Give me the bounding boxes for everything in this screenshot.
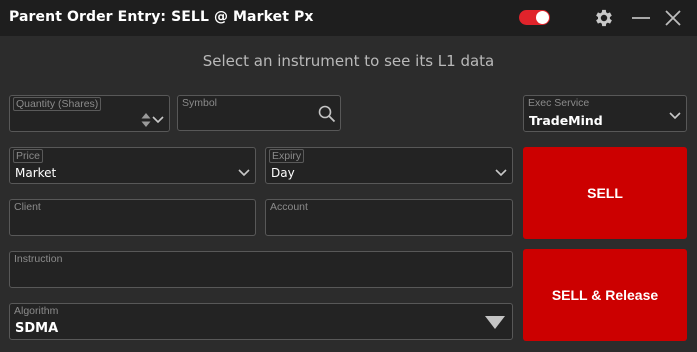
price-label: Price — [13, 149, 43, 163]
quantity-field[interactable]: Quantity (Shares) — [9, 95, 170, 132]
expiry-label: Expiry — [269, 149, 305, 163]
price-select[interactable]: Price Market — [9, 147, 256, 184]
expiry-select[interactable]: Expiry Day — [265, 147, 513, 184]
instruction-field[interactable]: Instruction — [9, 251, 513, 288]
chevron-down-icon[interactable] — [495, 169, 507, 177]
algorithm-value: SDMA — [15, 321, 59, 336]
algorithm-select[interactable]: Algorithm SDMA — [9, 303, 513, 340]
instruction-label: Instruction — [14, 253, 63, 265]
exec-service-value: TradeMind — [529, 113, 603, 128]
title-bar: Parent Order Entry: SELL @ Market Px — [0, 0, 697, 36]
close-icon[interactable] — [662, 7, 684, 29]
sell-release-button[interactable]: SELL & Release — [523, 249, 687, 341]
triangle-down-icon[interactable] — [485, 316, 505, 329]
window-title: Parent Order Entry: SELL @ Market Px — [9, 9, 314, 25]
exec-service-select[interactable]: Exec Service TradeMind — [523, 95, 687, 132]
expiry-value: Day — [271, 166, 295, 180]
chevron-down-icon[interactable] — [669, 112, 681, 120]
quantity-label: Quantity (Shares) — [13, 97, 102, 111]
order-entry-window: Parent Order Entry: SELL @ Market Px Sel… — [0, 0, 697, 352]
l1-data-hint: Select an instrument to see its L1 data — [202, 52, 495, 70]
client-field[interactable]: Client — [9, 199, 256, 236]
toggle-switch[interactable] — [519, 10, 550, 25]
search-icon[interactable] — [318, 105, 336, 123]
chevron-down-icon[interactable] — [152, 116, 164, 124]
chevron-down-icon[interactable] — [238, 169, 250, 177]
price-value: Market — [15, 166, 57, 180]
symbol-field[interactable]: Symbol — [177, 95, 341, 131]
minimize-icon[interactable] — [630, 7, 652, 29]
spinner-icon[interactable] — [141, 112, 151, 128]
gear-icon[interactable] — [593, 7, 615, 29]
symbol-label: Symbol — [182, 97, 218, 109]
toggle-knob — [536, 11, 549, 24]
algorithm-label: Algorithm — [14, 305, 59, 317]
exec-service-label: Exec Service — [528, 97, 590, 109]
account-label: Account — [270, 201, 308, 213]
account-field[interactable]: Account — [265, 199, 513, 236]
sell-button[interactable]: SELL — [523, 147, 687, 239]
client-label: Client — [14, 201, 41, 213]
